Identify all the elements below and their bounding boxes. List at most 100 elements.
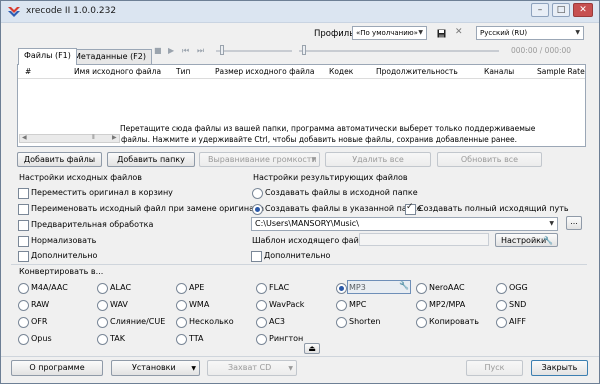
format-radio-ogg[interactable]: OGG (496, 282, 528, 294)
format-radio-multiple[interactable]: Несколько (176, 316, 234, 328)
horizontal-scrollbar[interactable]: ◀ ⦀ ▶ (19, 134, 120, 143)
minimize-button[interactable]: – (531, 3, 549, 17)
add-folder-button[interactable]: Добавить папку (107, 152, 195, 167)
move-to-trash-checkbox[interactable]: Переместить оригинал в корзину (18, 187, 173, 199)
column-header[interactable]: Sample Rate (537, 67, 585, 76)
chevron-down-icon: ▼ (191, 365, 196, 372)
column-header[interactable]: Тип (176, 67, 190, 76)
template-field[interactable] (359, 233, 489, 246)
seek-slider[interactable] (299, 50, 499, 52)
format-radio-aiff[interactable]: AIFF (496, 316, 526, 328)
eject-icon[interactable]: ⏏ (304, 343, 320, 354)
format-radio-neroaac[interactable]: NeroAAC (416, 282, 465, 294)
format-radio-raw[interactable]: RAW (18, 299, 50, 311)
template-settings-button[interactable]: Настройки 🔧 (495, 233, 558, 247)
mp3-settings-wrench-icon[interactable]: 🔧 (399, 281, 409, 290)
normalize-checkbox[interactable]: Нормализовать (18, 235, 97, 247)
browse-folder-button[interactable]: ... (566, 216, 582, 230)
about-button[interactable]: О программе (11, 360, 103, 376)
app-window: xrecode II 1.0.0.232 – □ ✕ Профиль «По у… (0, 0, 600, 384)
format-radio-ofr[interactable]: OFR (18, 316, 47, 328)
add-files-button[interactable]: Добавить файлы (17, 152, 102, 167)
format-radio-tak[interactable]: TAK (97, 333, 125, 345)
scroll-right-icon[interactable]: ▶ (112, 134, 117, 141)
cd-grab-button[interactable]: Захват CD ▼ (207, 360, 297, 376)
format-radio-merge-cue[interactable]: Слияние/CUE (97, 316, 166, 328)
column-header[interactable]: # (25, 67, 31, 76)
format-radio-wav[interactable]: WAV (97, 299, 128, 311)
profile-label: Профиль (314, 29, 355, 39)
drop-hint-line: Перетащите сюда файлы из вашей папки, пр… (120, 124, 536, 133)
preferences-button[interactable]: Установки ▼ (111, 360, 200, 376)
next-icon[interactable]: ⏭ (197, 46, 204, 56)
radio-label: AC3 (269, 317, 286, 326)
column-header[interactable]: Имя исходного файла (74, 67, 161, 76)
format-radio-mpc[interactable]: MPC (336, 299, 366, 311)
format-radio-ape[interactable]: APE (176, 282, 205, 294)
output-path-field[interactable]: C:\Users\MANSORY\Music\ ▼ (251, 217, 558, 231)
radio-label: RAW (31, 300, 50, 309)
format-radio-mp2[interactable]: MP2/MPA (416, 299, 465, 311)
close-button[interactable]: Закрыть (531, 360, 588, 376)
tab-files[interactable]: Файлы (F1) (18, 48, 77, 65)
rename-source-checkbox[interactable]: Переименовать исходный файл при замене о… (18, 203, 264, 215)
template-settings-label: Настройки (501, 236, 547, 245)
column-header[interactable]: Продолжительность (376, 67, 458, 76)
radio-label: Shorten (349, 317, 381, 326)
format-radio-copy[interactable]: Копировать (416, 316, 479, 328)
radio-label: APE (189, 283, 205, 292)
radio-label: Рингтон (269, 334, 304, 343)
volume-align-button[interactable]: Выравнивание громкости ▼ (199, 152, 320, 167)
format-radio-ac3[interactable]: AC3 (256, 316, 286, 328)
format-radio-flac[interactable]: FLAC (256, 282, 289, 294)
scroll-left-icon[interactable]: ◀ (22, 134, 27, 141)
source-folder-radio[interactable]: Создавать файлы в исходной папке (252, 187, 418, 199)
column-header[interactable]: Кодек (329, 67, 353, 76)
source-additional-checkbox[interactable]: Дополнительно (18, 250, 97, 262)
column-header[interactable]: Каналы (484, 67, 514, 76)
source-settings-title: Настройки исходных файлов (19, 173, 142, 182)
format-radio-ringtone[interactable]: Рингтон (256, 333, 304, 345)
preprocessing-checkbox[interactable]: Предварительная обработка (18, 219, 154, 231)
delete-profile-icon[interactable]: ✕ (455, 27, 463, 37)
column-header[interactable]: Размер исходного файла (215, 67, 314, 76)
format-radio-opus[interactable]: Opus (18, 333, 52, 345)
maximize-button[interactable]: □ (552, 3, 570, 17)
format-radio-tta[interactable]: TTA (176, 333, 203, 345)
radio-label: M4A/AAC (31, 283, 68, 292)
create-full-path-checkbox[interactable]: Создавать полный исходящий путь (405, 202, 569, 215)
checkbox-label: Переместить оригинал в корзину (31, 188, 173, 197)
checkbox-label: Дополнительно (264, 251, 331, 260)
language-select[interactable]: Русский (RU) ▼ (476, 26, 584, 40)
format-radio-shorten[interactable]: Shorten (336, 316, 381, 328)
checkbox-label: Нормализовать (31, 236, 97, 245)
radio-label: Слияние/CUE (110, 317, 166, 326)
custom-folder-radio[interactable]: Создавать файлы в указанной папке (252, 203, 422, 215)
output-settings-title: Настройки результирующих файлов (253, 173, 408, 182)
delete-all-button[interactable]: Удалить все (325, 152, 431, 167)
play-icon[interactable]: ▶ (168, 46, 174, 55)
tab-metadata[interactable]: Метаданные (F2) (68, 49, 152, 65)
profile-select[interactable]: «По умолчанию» ▼ (352, 26, 427, 40)
format-radio-wavpack[interactable]: WavPack (256, 299, 304, 311)
format-radio-snd[interactable]: SND (496, 299, 526, 311)
app-logo-icon (8, 7, 20, 17)
radio-label: Opus (31, 334, 52, 343)
volume-slider-thumb[interactable] (220, 45, 224, 55)
format-radio-mp3[interactable]: MP3 (336, 282, 366, 294)
refresh-all-button[interactable]: Обновить все (437, 152, 542, 167)
format-radio-m4a[interactable]: M4A/AAC (18, 282, 68, 294)
format-radio-wma[interactable]: WMA (176, 299, 209, 311)
format-radio-alac[interactable]: ALAC (97, 282, 131, 294)
volume-slider[interactable] (216, 50, 292, 52)
stop-icon[interactable]: ■ (154, 46, 162, 55)
start-button[interactable]: Пуск (466, 360, 523, 376)
output-additional-checkbox[interactable]: Дополнительно (251, 250, 331, 262)
seek-slider-thumb[interactable] (302, 45, 306, 55)
divider (1, 356, 599, 357)
close-window-button[interactable]: ✕ (573, 3, 593, 17)
checkbox-label: Предварительная обработка (31, 220, 154, 229)
save-profile-icon[interactable] (437, 29, 446, 38)
files-table[interactable]: # Имя исходного файла Тип Размер исходно… (17, 64, 586, 147)
previous-icon[interactable]: ⏮ (182, 46, 189, 56)
